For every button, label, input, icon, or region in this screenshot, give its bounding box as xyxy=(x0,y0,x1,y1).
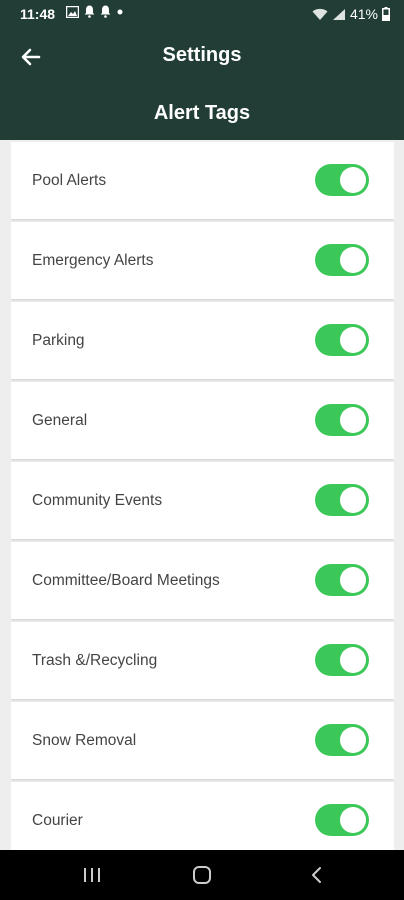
nav-back-button[interactable] xyxy=(305,863,329,887)
bell-icon xyxy=(100,5,111,18)
dot-icon xyxy=(117,9,123,14)
alert-tag-toggle[interactable] xyxy=(315,804,369,836)
alert-tag-row: Committee/Board Meetings xyxy=(11,542,394,619)
alert-tag-label: Emergency Alerts xyxy=(32,252,154,269)
page-title: Settings xyxy=(162,44,242,66)
alert-tags-list: Pool Alerts Emergency Alerts Parking Gen… xyxy=(11,142,394,850)
alert-tag-toggle[interactable] xyxy=(315,644,369,676)
alert-tag-label: Parking xyxy=(32,332,85,349)
app-header: 11:48 41% Settings Alert Tags xyxy=(0,0,404,140)
alert-tag-toggle[interactable] xyxy=(315,404,369,436)
recents-icon xyxy=(84,868,100,882)
toggle-knob xyxy=(340,807,366,833)
toggle-knob xyxy=(340,247,366,273)
alert-tag-row: Trash &/Recycling xyxy=(11,622,394,699)
alert-tag-label: Courier xyxy=(32,812,83,829)
bell-icon xyxy=(84,5,95,18)
battery-percent: 41% xyxy=(349,6,378,22)
alert-tag-row: Snow Removal xyxy=(11,702,394,779)
alert-tag-toggle[interactable] xyxy=(315,724,369,756)
alert-tag-label: Pool Alerts xyxy=(32,172,107,189)
alert-tag-label: Community Events xyxy=(32,492,163,509)
alert-tag-toggle[interactable] xyxy=(315,244,369,276)
toggle-knob xyxy=(340,407,366,433)
status-bar: 11:48 41% xyxy=(0,0,404,28)
alert-tag-toggle[interactable] xyxy=(315,564,369,596)
battery-icon xyxy=(382,7,390,21)
alert-tag-toggle[interactable] xyxy=(315,324,369,356)
system-nav-bar xyxy=(0,850,404,900)
alert-tag-label: General xyxy=(32,412,88,429)
toggle-knob xyxy=(340,727,366,753)
alert-tag-toggle[interactable] xyxy=(315,164,369,196)
image-icon xyxy=(66,5,79,18)
alert-tag-row: General xyxy=(11,382,394,459)
alert-tag-toggle[interactable] xyxy=(315,484,369,516)
signal-icon xyxy=(332,8,345,20)
home-icon xyxy=(193,866,211,884)
alert-tag-label: Trash &/Recycling xyxy=(32,652,158,669)
toggle-knob xyxy=(340,647,366,673)
status-right: 41% xyxy=(312,6,390,22)
home-button[interactable] xyxy=(190,863,214,887)
notification-icons xyxy=(66,5,124,18)
recents-button[interactable] xyxy=(80,863,104,887)
page-subtitle: Alert Tags xyxy=(153,102,251,124)
alert-tag-label: Committee/Board Meetings xyxy=(32,572,220,589)
alert-tag-row: Pool Alerts xyxy=(11,142,394,219)
toggle-knob xyxy=(340,567,366,593)
alert-tag-row: Emergency Alerts xyxy=(11,222,394,299)
alert-tag-row: Parking xyxy=(11,302,394,379)
toggle-knob xyxy=(340,167,366,193)
toggle-knob xyxy=(340,327,366,353)
toggle-knob xyxy=(340,487,366,513)
alert-tag-row: Community Events xyxy=(11,462,394,539)
alert-tag-row: Courier xyxy=(11,782,394,850)
wifi-icon xyxy=(312,8,328,20)
alert-tag-label: Snow Removal xyxy=(32,732,137,749)
back-icon xyxy=(312,867,321,883)
status-time: 11:48 xyxy=(20,6,56,22)
